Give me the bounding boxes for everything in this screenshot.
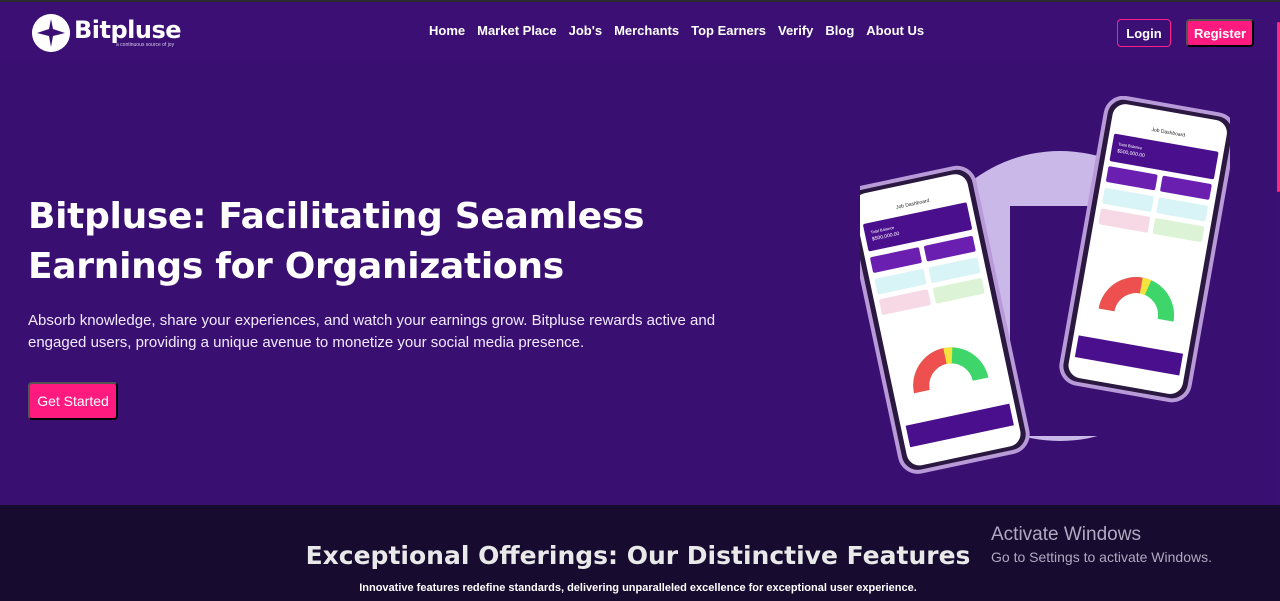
brand-logo[interactable]: Bitpluse a continuous source of joy — [32, 14, 182, 54]
get-started-button[interactable]: Get Started — [28, 382, 118, 420]
watermark-title: Activate Windows — [991, 524, 1141, 545]
hero-title: Bitpluse: Facilitating Seamless Earnings… — [28, 192, 668, 292]
nav-jobs[interactable]: Job's — [563, 23, 608, 38]
nav-blog[interactable]: Blog — [819, 23, 860, 38]
hero-title-line-2: Earnings for Organizations — [28, 246, 564, 287]
nav-market-place[interactable]: Market Place — [471, 23, 563, 38]
nav-merchants[interactable]: Merchants — [608, 23, 685, 38]
phone-right: Job Dashboard Total Balance $500,000.00 — [1059, 96, 1230, 403]
hero-description-line-1: Absorb knowledge, share your experiences… — [28, 312, 716, 329]
navbar: Bitpluse a continuous source of joy Home… — [0, 2, 1280, 62]
activate-windows-watermark: Activate Windows Go to Settings to activ… — [991, 524, 1212, 565]
hero-description: Absorb knowledge, share your experiences… — [28, 310, 728, 354]
main-nav: Home Market Place Job's Merchants Top Ea… — [423, 23, 930, 38]
hero-title-line-1: Bitpluse: Facilitating Seamless — [28, 196, 645, 237]
brand-tagline: a continuous source of joy — [116, 42, 175, 48]
login-button[interactable]: Login — [1117, 19, 1171, 47]
features-subtitle: Innovative features redefine standards, … — [359, 582, 917, 594]
brand-name: Bitpluse — [74, 16, 182, 44]
nav-verify[interactable]: Verify — [772, 23, 819, 38]
phone-mockup-illustration: Job Dashboard Total Balance $500,000.00 … — [860, 96, 1230, 474]
hero-description-line-2: engaged users, providing a unique avenue… — [28, 334, 585, 351]
logo-plane-icon — [32, 14, 70, 52]
nav-top-earners[interactable]: Top Earners — [685, 23, 772, 38]
watermark-subtitle: Go to Settings to activate Windows. — [991, 549, 1212, 565]
register-button[interactable]: Register — [1186, 19, 1254, 47]
nav-about-us[interactable]: About Us — [860, 23, 930, 38]
nav-home[interactable]: Home — [423, 23, 471, 38]
